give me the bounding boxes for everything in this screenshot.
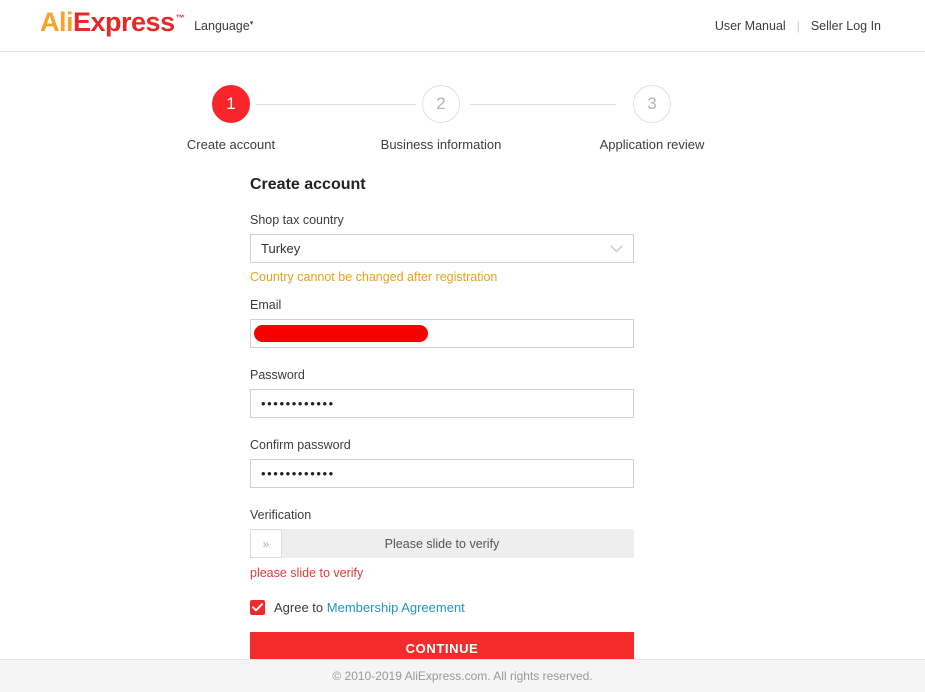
agreement-prefix: Agree to [274, 600, 324, 615]
stepper-step-business-information: 2 Business information [356, 85, 526, 152]
membership-agreement-link[interactable]: Membership Agreement [327, 600, 465, 615]
password-label: Password [250, 368, 305, 382]
create-account-form: Create account Shop tax country Turkey C… [250, 176, 634, 664]
step-label-1: Create account [186, 137, 276, 152]
shop-tax-country-label: Shop tax country [250, 213, 344, 227]
password-field[interactable]: •••••••••••• [250, 389, 634, 418]
user-manual-link[interactable]: User Manual [715, 19, 786, 33]
email-redaction-overlay [254, 325, 428, 342]
shop-tax-country-value: Turkey [261, 241, 301, 256]
step-number-1: 1 [226, 94, 236, 113]
country-warning-text: Country cannot be changed after registra… [250, 270, 498, 284]
confirm-password-label: Confirm password [250, 438, 351, 452]
language-label: Language [194, 19, 250, 33]
logo-ali-text: Ali [40, 7, 74, 37]
seller-login-link[interactable]: Seller Log In [811, 19, 881, 33]
trademark-icon: ™ [175, 13, 185, 23]
agreement-row: Agree to Membership Agreement [250, 600, 634, 615]
step-circle-3: 3 [633, 85, 671, 123]
copyright-text: © 2010-2019 AliExpress.com. All rights r… [332, 669, 593, 683]
slider-handle-double-chevron-icon[interactable]: » [250, 529, 282, 558]
step-number-2: 2 [436, 94, 446, 113]
page-footer: © 2010-2019 AliExpress.com. All rights r… [0, 659, 925, 692]
verification-error-text: please slide to verify [250, 566, 364, 580]
step-circle-1: 1 [212, 85, 250, 123]
header-links: User Manual | Seller Log In [715, 0, 881, 52]
step-label-3: Application review [599, 137, 705, 152]
shop-tax-country-select[interactable]: Turkey [250, 234, 634, 263]
header-divider: | [796, 19, 800, 33]
registration-stepper: 1 Create account 2 Business information … [0, 85, 925, 152]
chevron-down-icon: ▾ [249, 19, 254, 27]
logo-express-text: Express [73, 7, 175, 37]
chevron-down-icon [610, 244, 623, 253]
step-number-3: 3 [647, 94, 657, 113]
verification-label: Verification [250, 508, 312, 522]
agreement-checkbox[interactable] [250, 600, 265, 615]
confirm-password-value: •••••••••••• [261, 466, 335, 481]
step-circle-2: 2 [422, 85, 460, 123]
step-label-2: Business information [380, 137, 502, 152]
stepper-step-application-review: 3 Application review [567, 85, 737, 152]
language-selector[interactable]: Language▾ [194, 19, 253, 33]
email-label: Email [250, 298, 282, 312]
aliexpress-logo[interactable]: AliExpress™ Language▾ [40, 9, 253, 36]
agreement-text: Agree to Membership Agreement [274, 600, 465, 615]
password-value: •••••••••••• [261, 396, 335, 411]
slide-to-verify-control[interactable]: Please slide to verify » [250, 529, 634, 558]
page-header: AliExpress™ Language▾ User Manual | Sell… [0, 0, 925, 52]
stepper-step-create-account: 1 Create account [146, 85, 316, 152]
page-title: Create account [250, 176, 366, 193]
confirm-password-field[interactable]: •••••••••••• [250, 459, 634, 488]
slider-instruction-text: Please slide to verify [384, 536, 500, 551]
email-field[interactable] [250, 319, 634, 348]
logo-text: AliExpress™ [40, 7, 185, 37]
